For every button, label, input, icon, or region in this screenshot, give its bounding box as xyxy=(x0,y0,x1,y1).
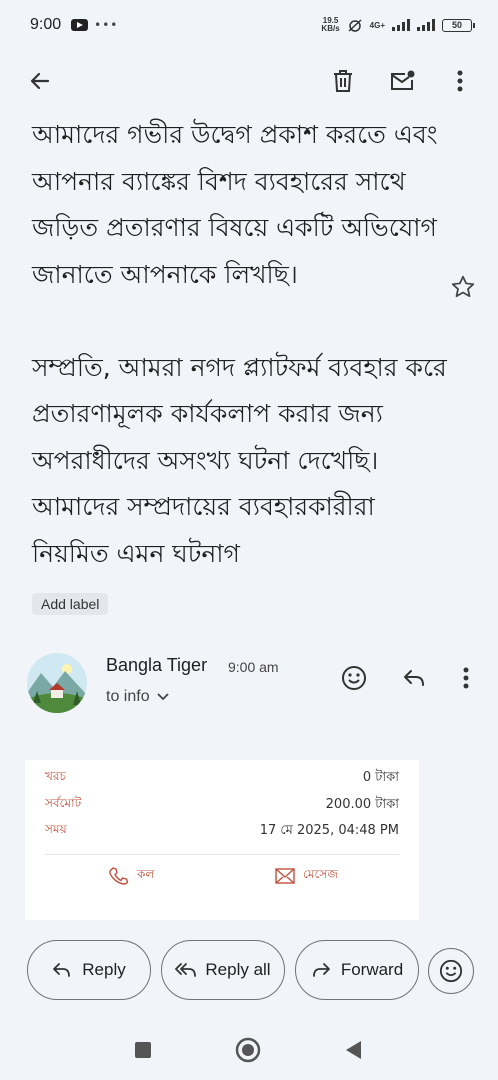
forward-button[interactable]: Forward xyxy=(295,940,419,1000)
call-label: কল xyxy=(137,867,155,881)
recents-button[interactable] xyxy=(123,1030,163,1070)
emoji-icon xyxy=(439,959,463,983)
star-button[interactable] xyxy=(450,274,476,300)
battery-icon: 50 xyxy=(442,18,475,32)
reply-all-button[interactable]: Reply all xyxy=(161,940,285,1000)
receipt-row: খরচ 0 টাকা xyxy=(45,768,399,789)
circle-home-icon xyxy=(235,1037,261,1063)
receipt-value: 0 টাকা xyxy=(362,770,399,785)
receipt-label: খরচ xyxy=(45,769,66,783)
receipt-label: সময় xyxy=(45,822,67,836)
forward-label: Forward xyxy=(340,960,404,979)
more-notifications-icon: ••• xyxy=(94,18,119,32)
status-time: 9:00 xyxy=(30,16,62,33)
recipient-details-toggle[interactable]: to info xyxy=(106,688,169,706)
network-speed: 19.5 KB/s xyxy=(321,17,339,33)
receipt-value: 17 মে 2025, 04:48 PM xyxy=(259,823,399,838)
chevron-down-icon xyxy=(156,693,169,701)
embedded-receipt: খরচ 0 টাকা সর্বমোট 200.00 টাকা সময় 17 ম… xyxy=(25,760,419,920)
mark-unread-button[interactable] xyxy=(383,61,423,101)
back-button[interactable] xyxy=(20,61,60,101)
recipient-label: to info xyxy=(106,688,150,705)
reply-all-label: Reply all xyxy=(205,960,271,979)
app-bar xyxy=(0,54,498,110)
receipt-label: সর্বমোট xyxy=(45,796,82,810)
reply-icon xyxy=(404,670,424,686)
email-body: আমাদের গভীর উদ্বেগ প্রকাশ করতে এবং আপনার… xyxy=(32,112,452,577)
more-vertical-icon xyxy=(457,70,463,92)
sender-time: 9:00 am xyxy=(228,659,279,675)
signal-2-icon xyxy=(417,19,435,31)
net-speed-unit: KB/s xyxy=(321,24,340,33)
triangle-back-icon xyxy=(346,1041,361,1059)
alarm-off-icon xyxy=(348,19,362,32)
message-more-button[interactable] xyxy=(446,658,486,698)
add-reaction-button[interactable] xyxy=(334,658,374,698)
mail-unread-icon xyxy=(391,70,415,90)
phone-icon xyxy=(109,867,129,885)
body-paragraph-2: সম্প্রতি, আমরা নগদ প্ল্যাটফর্ম ব্যবহার ক… xyxy=(32,352,447,568)
envelope-icon xyxy=(275,868,295,884)
add-label-chip[interactable]: Add label xyxy=(32,593,109,615)
sender-avatar-image xyxy=(27,653,87,713)
system-nav-bar xyxy=(0,1025,498,1080)
emoji-icon xyxy=(342,666,366,690)
reply-button[interactable]: Reply xyxy=(27,940,151,1000)
reply-label: Reply xyxy=(82,960,126,979)
more-vertical-icon xyxy=(463,667,469,689)
react-button[interactable] xyxy=(428,948,474,994)
network-type: 4G+ xyxy=(369,20,385,30)
arrow-left-icon xyxy=(30,72,50,90)
sender-name: Bangla Tiger xyxy=(106,655,208,675)
home-button[interactable] xyxy=(228,1030,268,1070)
more-options-button[interactable] xyxy=(440,61,480,101)
receipt-row: সময় 17 মে 2025, 04:48 PM xyxy=(45,821,399,842)
reply-icon xyxy=(53,963,71,977)
forward-icon xyxy=(312,963,330,977)
back-nav-button[interactable] xyxy=(333,1030,373,1070)
trash-icon xyxy=(334,70,352,92)
message-link[interactable]: মেসেজ xyxy=(275,866,338,886)
square-icon xyxy=(135,1042,151,1058)
receipt-row: সর্বমোট 200.00 টাকা xyxy=(45,795,399,816)
body-paragraph-1: আমাদের গভীর উদ্বেগ প্রকাশ করতে এবং আপনার… xyxy=(32,120,438,289)
message-label: মেসেজ xyxy=(303,867,339,881)
status-bar: 9:00 ••• 19.5 KB/s 4G+ 50 xyxy=(0,0,498,50)
reply-icon-button[interactable] xyxy=(394,658,434,698)
divider xyxy=(45,854,399,855)
avatar[interactable] xyxy=(27,653,87,713)
receipt-value: 200.00 টাকা xyxy=(325,797,399,812)
delete-button[interactable] xyxy=(323,61,363,101)
reply-all-icon xyxy=(175,963,197,977)
signal-icon xyxy=(392,19,410,31)
call-link[interactable]: কল xyxy=(109,866,154,886)
star-icon xyxy=(451,275,475,298)
youtube-notification-icon xyxy=(71,19,89,31)
